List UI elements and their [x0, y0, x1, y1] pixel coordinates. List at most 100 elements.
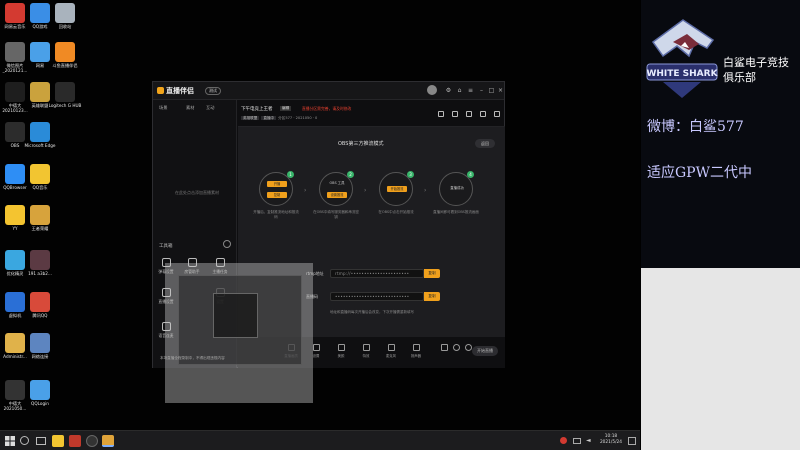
desktop-icon[interactable]: 腾讯QQ: [22, 292, 58, 318]
desktop-icon-label: 斗鱼直播伴侣: [52, 63, 78, 68]
arrow-icon: ›: [304, 187, 307, 194]
tray-app-icon[interactable]: [560, 437, 567, 444]
desktop-icon[interactable]: 王者荣耀: [22, 205, 58, 231]
desktop-icon-label: 191 a3b2...: [28, 271, 52, 276]
weibo-handle: 微博：白鲨577: [647, 119, 744, 135]
tab-material[interactable]: 素材: [186, 105, 194, 111]
step-circle: 2 OBS 工具 设置推流: [319, 171, 354, 206]
recording-notice: 本场直播全程录制中，不得出现违规内容: [160, 356, 225, 360]
speaker-button[interactable]: 扬声器: [406, 344, 426, 358]
gear-icon: [464, 344, 472, 351]
step-3: 3 开始推流 在OBS中点击开始推流: [373, 171, 419, 215]
step-text: 在OBS中填写服务器和串流密钥: [313, 210, 359, 219]
speaker-icon: [412, 344, 420, 351]
title-bar[interactable]: 直播伴侣 测试 ⚙ ⌂ ≡ – □ ×: [153, 82, 504, 100]
effects-button[interactable]: 特效: [356, 344, 376, 358]
close-icon[interactable]: ×: [496, 86, 505, 95]
start-menu-icon[interactable]: [4, 435, 16, 447]
start-live-button[interactable]: 开始直播: [472, 346, 498, 356]
volume-icon[interactable]: ◄: [586, 435, 598, 447]
stream-title[interactable]: 下午电竞上王者: [241, 106, 273, 112]
arrow-icon: ›: [424, 187, 427, 194]
warning-text: 直播分区需完善，请及时修改: [302, 106, 352, 111]
desktop-icon-label: Logitech G HUB: [48, 103, 82, 108]
desktop-icon-label: 腾讯QQ: [32, 313, 48, 318]
effects-icon: [362, 344, 370, 351]
panel-title: OBS第三方推流模式: [338, 141, 384, 147]
app-icon: [30, 333, 50, 353]
copy-rtmp-button[interactable]: 复制: [424, 269, 440, 278]
desktop-icon-label: 回收站: [58, 24, 72, 29]
tab-scene[interactable]: 场景: [159, 105, 167, 111]
mic-button[interactable]: 麦克风: [381, 344, 401, 358]
desktop-icon[interactable]: 斗鱼直播伴侣: [47, 42, 83, 68]
minimize-icon[interactable]: –: [477, 86, 486, 95]
step-number: 2: [347, 171, 354, 178]
step-4: 4 直播成功 直播间即可看到OBS推流画面: [433, 171, 479, 215]
notification-icon[interactable]: [628, 437, 636, 445]
status-tag: 直播中: [261, 116, 277, 120]
category-tag[interactable]: 英雄联盟: [241, 116, 260, 120]
search-icon[interactable]: [20, 436, 29, 445]
taskbar-app-icon[interactable]: [69, 435, 81, 447]
logo-text: WHITE SHARK: [646, 69, 718, 79]
app-icon: [30, 164, 50, 184]
desktop-icon[interactable]: Microsoft Edge: [22, 122, 58, 148]
desktop-icon-label: 王者荣耀: [31, 226, 49, 231]
network-icon[interactable]: [573, 438, 581, 444]
obs-taskbar-icon[interactable]: [86, 435, 98, 447]
desktop-icon[interactable]: QQ音乐: [22, 164, 58, 190]
step-text: 直播间即可看到OBS推流画面: [433, 210, 479, 214]
maximize-icon[interactable]: □: [487, 86, 496, 95]
stream-key-field[interactable]: ••••••••••••••••••••••••••••: [330, 292, 424, 301]
app-icon: [30, 292, 50, 312]
tray-clock[interactable]: 10:18 2021/5/24: [600, 434, 622, 446]
desktop-icon-label: 网络连接: [31, 354, 49, 359]
bell-icon[interactable]: [480, 111, 486, 117]
avatar[interactable]: [427, 85, 437, 95]
step-pill: 开始推流: [387, 186, 407, 192]
beauty-button[interactable]: 美颜: [331, 344, 351, 358]
desktop-icon[interactable]: 网络连接: [22, 333, 58, 359]
step-pill: 设置推流: [327, 192, 347, 198]
desktop-icon[interactable]: 回收站: [47, 3, 83, 29]
step-circle: 4 直播成功: [439, 171, 474, 206]
edit-badge[interactable]: 编辑: [280, 106, 292, 111]
settings-icon[interactable]: ⚙: [444, 86, 453, 95]
record-icon[interactable]: [452, 111, 458, 117]
copy-key-button[interactable]: 复制: [424, 292, 440, 301]
trash-icon[interactable]: [438, 111, 444, 117]
step-circle-text: 直播成功: [450, 186, 464, 190]
stream-sidebar: WHITE SHARK 白鲨电子竞技 俱乐部 微博：白鲨577 适应GPW二代中: [641, 0, 800, 450]
menu-icon[interactable]: ≡: [466, 86, 475, 95]
arrow-icon: ›: [364, 187, 367, 194]
app-icon: [30, 122, 50, 142]
clock-date: 2021/5/24: [599, 440, 622, 445]
back-button[interactable]: 返回: [475, 139, 495, 148]
shirt-icon[interactable]: [466, 111, 472, 117]
step-circle: 3 开始推流: [379, 171, 414, 206]
step-number: 4: [467, 171, 474, 178]
desktop-icon[interactable]: 191 a3b2...: [22, 250, 58, 276]
shark-logo-icon: WHITE SHARK: [646, 19, 719, 98]
step-text: 开播后，复制推流地址和推流码: [253, 210, 299, 219]
toolbox-settings-icon[interactable]: [223, 240, 231, 248]
tab-interact[interactable]: 互动: [206, 105, 214, 111]
empty-scene-hint: 在此处点击添加直播素材: [175, 190, 219, 195]
streaming-app-taskbar-icon[interactable]: [102, 435, 114, 447]
desktop-icon[interactable]: QQLogin: [22, 380, 58, 406]
task-view-icon[interactable]: [36, 437, 46, 445]
step-1: 1 开播 复制 开播后，复制推流地址和推流码: [253, 171, 299, 220]
pin-icon[interactable]: ⌂: [455, 86, 464, 95]
desktop: 网易云音乐 QQ游戏 回收站 微信图片 _2020121... 网易 斗鱼直播伴侣 中德大 …: [0, 0, 640, 430]
step-circle-text: OBS 工具: [329, 181, 345, 185]
desktop-icon[interactable]: Logitech G HUB: [47, 82, 83, 108]
step-pill: 复制: [267, 192, 287, 198]
preview-nested: [213, 293, 258, 338]
mic-icon: [387, 344, 395, 351]
club-name: 白鲨电子竞技 俱乐部: [723, 55, 789, 85]
taskbar-app-icon[interactable]: [52, 435, 64, 447]
desktop-icon-label: QQLogin: [31, 401, 49, 406]
share-icon[interactable]: [494, 111, 500, 117]
rtmp-field[interactable]: rtmp://••••••••••••••••••••••: [330, 269, 424, 278]
